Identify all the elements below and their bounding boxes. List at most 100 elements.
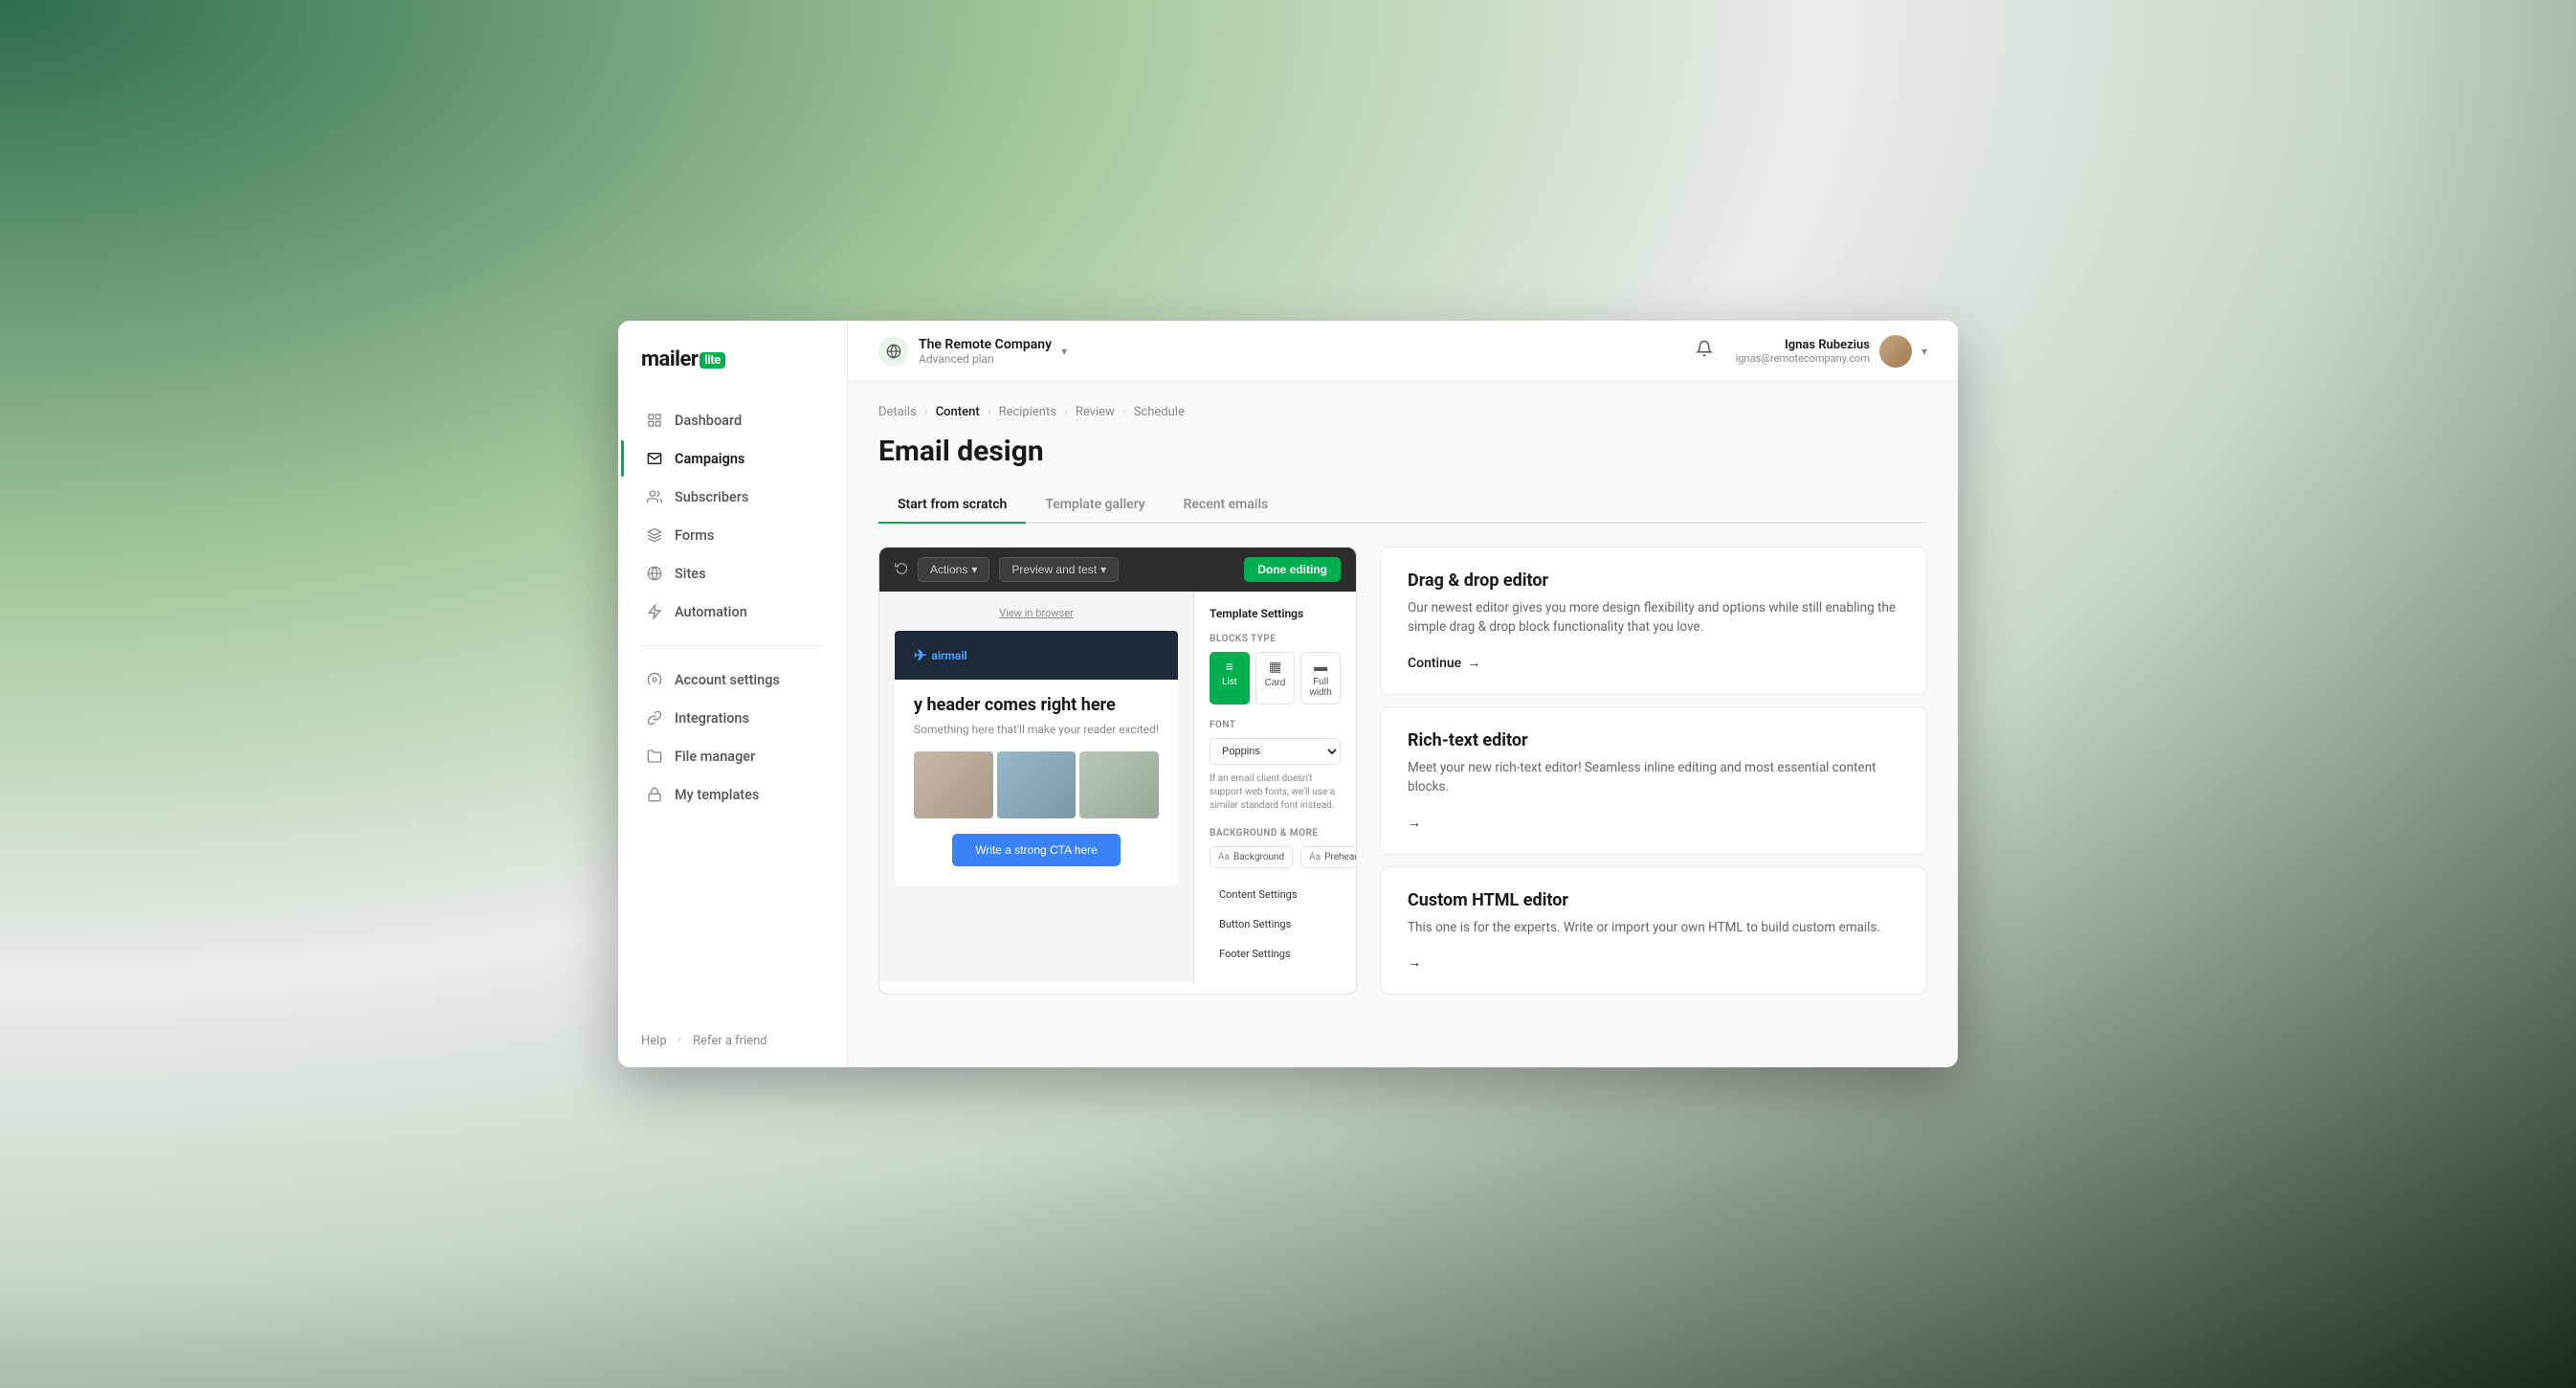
done-editing-button[interactable]: Done editing xyxy=(1244,557,1341,582)
rich-text-card: Rich-text editor Meet your new rich-text… xyxy=(1380,706,1927,855)
view-in-browser-link[interactable]: View in browser xyxy=(895,607,1178,619)
footer-settings-item[interactable]: Footer Settings xyxy=(1210,941,1341,967)
block-fullwidth-button[interactable]: ▬ Full width xyxy=(1300,652,1341,705)
settings-icon xyxy=(646,671,663,688)
refer-link[interactable]: Refer a friend xyxy=(693,1034,767,1048)
globe-icon xyxy=(646,565,663,582)
font-section: FONT Poppins If an email client doesn't … xyxy=(1210,720,1341,813)
user-menu[interactable]: Ignas Rubezius ignas@remotecompany.com ▾ xyxy=(1736,335,1927,368)
font-select[interactable]: Poppins xyxy=(1210,738,1341,765)
sidebar-item-label: Automation xyxy=(675,604,747,620)
preheader-option[interactable]: Aa Preheader xyxy=(1300,846,1357,868)
custom-html-desc: This one is for the experts. Write or im… xyxy=(1408,918,1899,937)
sidebar-item-label: Sites xyxy=(675,566,706,582)
tab-scratch[interactable]: Start from scratch xyxy=(878,487,1026,524)
sidebar-item-my-templates[interactable]: My templates xyxy=(630,776,835,813)
tab-gallery[interactable]: Template gallery xyxy=(1026,487,1164,524)
block-list-button[interactable]: ≡ List xyxy=(1210,652,1250,705)
background-option[interactable]: Aa Background xyxy=(1210,846,1293,868)
sidebar-item-label: Campaigns xyxy=(675,451,744,467)
sidebar-item-forms[interactable]: Forms xyxy=(630,517,835,553)
rich-text-link[interactable]: → xyxy=(1408,815,1421,831)
button-settings-item[interactable]: Button Settings xyxy=(1210,911,1341,937)
breadcrumb-review[interactable]: Review xyxy=(1076,405,1115,419)
company-info: The Remote Company Advanced plan xyxy=(919,337,1052,366)
sidebar-item-account-settings[interactable]: Account settings xyxy=(630,661,835,698)
background-section: BACKGROUND & MORE Aa Background Aa Prehe… xyxy=(1210,828,1341,868)
editor-body: View in browser ✈ airmail y header com xyxy=(879,592,1356,982)
airmail-logo: ✈ airmail xyxy=(914,646,967,664)
grid-icon xyxy=(646,412,663,429)
block-card-button[interactable]: ▦ Card xyxy=(1255,652,1296,705)
sidebar-item-subscribers[interactable]: Subscribers xyxy=(630,479,835,515)
actions-button[interactable]: Actions ▾ xyxy=(918,557,989,582)
preview-test-button[interactable]: Preview and test ▾ xyxy=(999,557,1119,582)
sidebar-divider xyxy=(641,645,824,646)
settings-title: Template Settings xyxy=(1210,607,1341,620)
page-title: Email design xyxy=(878,435,1927,468)
editor-section: Actions ▾ Preview and test ▾ Done editin… xyxy=(878,547,1927,995)
email-content-box: ✈ airmail y header comes right here Some… xyxy=(895,631,1178,885)
editor-toolbar: Actions ▾ Preview and test ▾ Done editin… xyxy=(879,548,1356,592)
logo: mailerlite xyxy=(641,347,725,371)
template-settings-panel: Template Settings BLOCKS TYPE ≡ List ▦ C… xyxy=(1193,592,1356,982)
editor-preview: Actions ▾ Preview and test ▾ Done editin… xyxy=(878,547,1357,995)
sidebar-item-label: My templates xyxy=(675,787,759,803)
company-selector[interactable]: The Remote Company Advanced plan ▾ xyxy=(878,336,1067,367)
content-settings-item[interactable]: Content Settings xyxy=(1210,882,1341,907)
notifications-button[interactable] xyxy=(1692,336,1717,366)
custom-html-link[interactable]: → xyxy=(1408,954,1421,971)
breadcrumb-content[interactable]: Content xyxy=(936,405,980,419)
settings-menu: Content Settings Button Settings Footer … xyxy=(1210,882,1341,967)
sidebar-item-campaigns[interactable]: Campaigns xyxy=(630,440,835,477)
user-details: Ignas Rubezius ignas@remotecompany.com xyxy=(1736,338,1870,365)
sidebar-item-integrations[interactable]: Integrations xyxy=(630,700,835,736)
breadcrumb-schedule[interactable]: Schedule xyxy=(1134,405,1185,419)
users-icon xyxy=(646,488,663,505)
breadcrumb-recipients[interactable]: Recipients xyxy=(999,405,1056,419)
zap-icon xyxy=(646,603,663,620)
layers-icon xyxy=(646,526,663,544)
sidebar-item-label: Subscribers xyxy=(675,489,748,505)
company-globe-icon xyxy=(878,336,909,367)
sidebar-item-file-manager[interactable]: File manager xyxy=(630,738,835,774)
rich-text-title: Rich-text editor xyxy=(1408,730,1899,750)
lock-icon xyxy=(646,786,663,803)
cta-button[interactable]: Write a strong CTA here xyxy=(952,834,1121,866)
tabs-container: Start from scratch Template gallery Rece… xyxy=(878,487,1927,524)
sidebar-item-dashboard[interactable]: Dashboard xyxy=(630,402,835,438)
email-cta: Write a strong CTA here xyxy=(895,834,1178,885)
email-image-3 xyxy=(1079,751,1159,818)
page-content: Details › Content › Recipients › Review … xyxy=(848,382,1958,1067)
link-icon xyxy=(646,709,663,727)
custom-html-card: Custom HTML editor This one is for the e… xyxy=(1380,866,1927,995)
sidebar-item-label: Account settings xyxy=(675,672,780,688)
sidebar-item-label: Forms xyxy=(675,527,714,544)
sidebar-item-automation[interactable]: Automation xyxy=(630,593,835,630)
header: The Remote Company Advanced plan ▾ Ignas… xyxy=(848,321,1958,382)
sidebar-item-sites[interactable]: Sites xyxy=(630,555,835,592)
font-note: If an email client doesn't support web f… xyxy=(1210,772,1341,813)
sidebar-item-label: Dashboard xyxy=(675,413,742,429)
breadcrumb-details[interactable]: Details xyxy=(878,405,917,419)
avatar xyxy=(1879,335,1912,368)
drag-drop-card: Drag & drop editor Our newest editor giv… xyxy=(1380,547,1927,695)
user-chevron-icon: ▾ xyxy=(1921,345,1927,358)
app-window: mailerlite Dashboard Campaigns Subscr xyxy=(618,321,1958,1067)
custom-html-title: Custom HTML editor xyxy=(1408,890,1899,910)
bg-options: Aa Background Aa Preheader xyxy=(1210,846,1341,868)
drag-drop-desc: Our newest editor gives you more design … xyxy=(1408,598,1899,638)
help-link[interactable]: Help xyxy=(641,1034,667,1048)
blocks-type-label: BLOCKS TYPE xyxy=(1210,634,1341,644)
email-subtext: Something here that'll make your reader … xyxy=(895,723,1178,751)
folder-icon xyxy=(646,748,663,765)
tab-recent[interactable]: Recent emails xyxy=(1165,487,1288,524)
undo-button[interactable] xyxy=(895,561,908,578)
editor-options: Drag & drop editor Our newest editor giv… xyxy=(1380,547,1927,995)
drag-drop-continue-link[interactable]: Continue → xyxy=(1408,655,1480,671)
sidebar-footer: Help · Refer a friend xyxy=(618,1019,847,1048)
company-chevron-icon: ▾ xyxy=(1061,345,1067,358)
header-right: Ignas Rubezius ignas@remotecompany.com ▾ xyxy=(1692,335,1927,368)
main-content: The Remote Company Advanced plan ▾ Ignas… xyxy=(848,321,1958,1067)
sidebar-secondary: Account settings Integrations File manag… xyxy=(618,661,847,813)
